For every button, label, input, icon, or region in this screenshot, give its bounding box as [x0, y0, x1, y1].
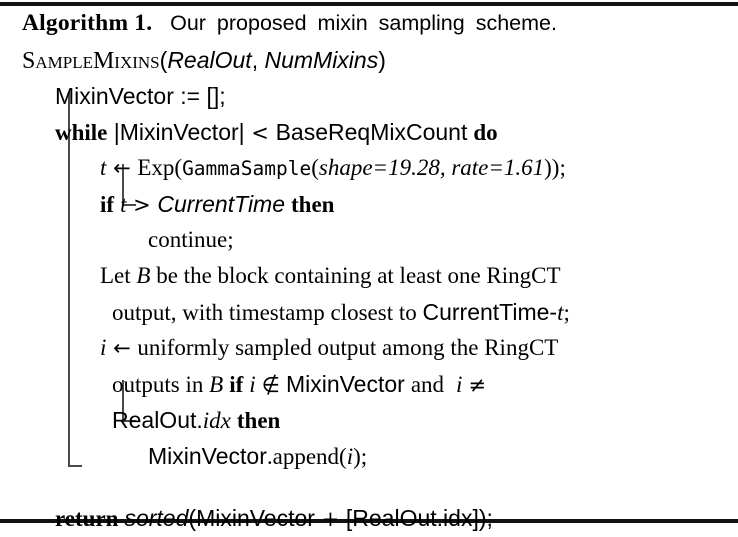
greater-than-operator: > [126, 193, 158, 217]
param-rate-name: rate= [451, 155, 504, 180]
parameter-separator: , [251, 47, 265, 73]
statement-while-loop: while |MixinVector| < BaseReqMixCount do [0, 114, 738, 150]
realout-idx-field: idx [202, 408, 231, 433]
currenttime-reference: CurrentTime [157, 191, 286, 217]
statement-let-block-line2: output, with timestamp closest to Curren… [0, 294, 738, 330]
parameter-realout: RealOut [167, 47, 252, 73]
parameter-nummixins: NumMixins [264, 47, 379, 73]
statement-init-mixinvector: MixinVector := []; [0, 78, 738, 114]
append-target-mixinvector: MixinVector [148, 443, 267, 469]
let-prefix: Let [100, 263, 137, 288]
param-separator: , [439, 155, 452, 180]
let-description: be the block containing at least one Rin… [150, 263, 561, 288]
then-keyword: then [291, 192, 335, 217]
sample-close-parens: )); [544, 155, 566, 180]
do-keyword: do [473, 120, 498, 145]
return-close: ); [478, 505, 493, 531]
plus-operator: + [314, 507, 346, 531]
sorted-function: sorted [124, 505, 189, 531]
paren-close: ) [378, 47, 386, 73]
outputs-in-prefix: outputs in [112, 372, 210, 397]
return-keyword: return [55, 506, 119, 531]
statement-let-block-line1: Let B be the block containing at least o… [0, 258, 738, 294]
statement-if-current-time: if t > CurrentTime then [0, 186, 738, 222]
abs-bar-open: | [107, 119, 120, 145]
while-keyword: while [55, 120, 108, 145]
algorithm-block: Algorithm 1. Our proposed mixin sampling… [0, 0, 738, 531]
param-shape-value: 19.28 [388, 155, 440, 180]
top-rule-divider [0, 2, 738, 6]
not-member-of-icon: ∉ [261, 373, 280, 397]
statement-append-mixin: MixinVector.append(i); [0, 438, 738, 474]
statement-pick-output-line1: i ← uniformly sampled output among the R… [0, 330, 738, 366]
realout-reference: RealOut. [112, 407, 203, 433]
assign-operator: := [173, 83, 207, 109]
mixinvector-set: MixinVector [285, 371, 405, 397]
algorithm-body: SampleMixins(RealOut, NumMixins) MixinVe… [0, 42, 738, 536]
statement-continue: continue; [0, 222, 738, 258]
not-equal-icon: ≠ [468, 373, 487, 397]
inner-if-keyword: if [229, 372, 244, 397]
gammasample-function: GammaSample [182, 157, 312, 180]
less-than-operator: < [244, 121, 276, 145]
inner-then-keyword: then [236, 408, 281, 433]
membership-variable-i: i [249, 372, 256, 397]
statement-pick-output-line2: outputs in Bif i ∉ MixinVector and i ≠ [0, 366, 738, 402]
append-close: ); [353, 444, 368, 469]
empty-list-literal: []; [206, 83, 226, 109]
mixinvector-variable: MixinVector [55, 83, 174, 109]
assign-arrow-icon: ← [106, 156, 138, 180]
timestamp-description: output, with timestamp closest to [112, 300, 423, 325]
return-paren-open: ( [188, 505, 197, 531]
caption-text: Our proposed mixin sampling scheme. [170, 11, 557, 35]
param-shape-name: shape= [318, 155, 389, 180]
pick-arrow-icon: ← [106, 336, 138, 360]
gammasample-paren-open: ( [311, 155, 319, 180]
basereqmixcount-bound: BaseReqMixCount [275, 119, 468, 145]
pick-block-variable-b: B [209, 372, 224, 397]
algorithm-caption: Algorithm 1. Our proposed mixin sampling… [22, 8, 722, 38]
if-keyword: if [100, 192, 115, 217]
let-terminator: ; [563, 300, 570, 325]
and-conjunction: and [410, 372, 445, 397]
while-mixinvector: MixinVector [119, 119, 239, 145]
return-mixinvector: MixinVector [196, 505, 315, 531]
exp-function: Exp( [137, 155, 183, 180]
pick-description: uniformly sampled output among the RingC… [137, 335, 559, 360]
procedure-signature: SampleMixins(RealOut, NumMixins) [0, 42, 738, 78]
continue-keyword: continue; [148, 227, 234, 252]
statement-sample-t: t ← Exp(GammaSample(shape=19.28, rate=1.… [0, 150, 738, 186]
block-variable-b: B [136, 263, 151, 288]
caption-label: Algorithm 1. [22, 10, 153, 36]
currenttime-minus-reference: CurrentTime- [422, 299, 558, 325]
return-realout-idx: RealOut.idx [352, 505, 473, 531]
procedure-name: SampleMixins [22, 48, 160, 74]
inequality-variable-i: i [456, 372, 463, 397]
statement-pick-output-line3: RealOut.idx then [0, 402, 738, 438]
append-method-name: .append( [266, 444, 347, 469]
param-rate-value: 1.61 [503, 155, 545, 180]
